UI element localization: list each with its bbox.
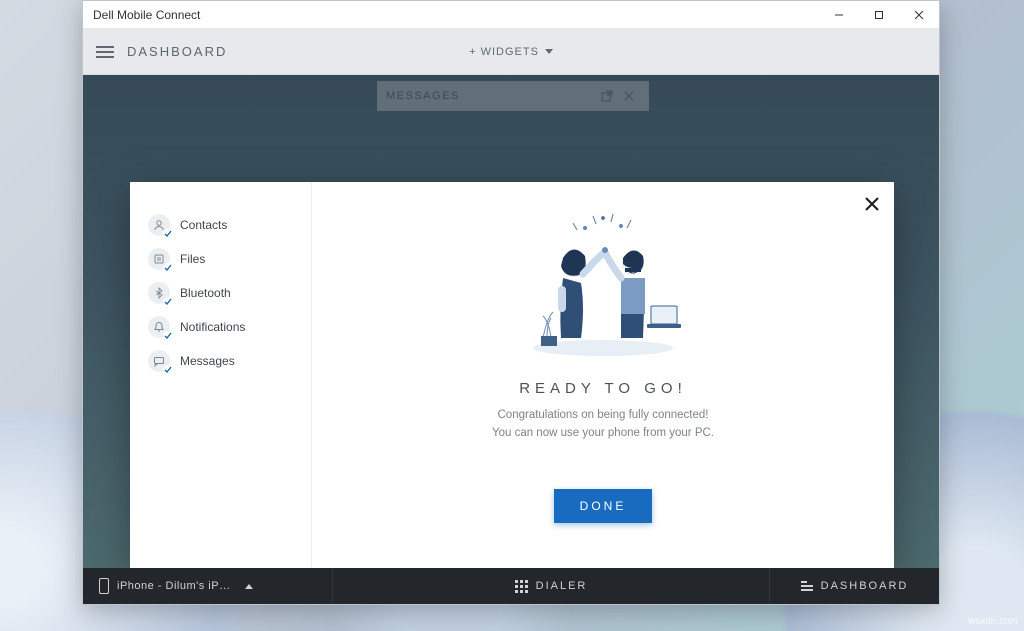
dialer-button[interactable]: DIALER [333,568,769,604]
menu-icon[interactable] [83,51,127,53]
sidebar-item-label: Contacts [180,218,227,232]
widgets-label: + WIDGETS [469,46,539,58]
window-title: Dell Mobile Connect [93,8,200,22]
title-bar: Dell Mobile Connect [83,1,939,29]
bluetooth-icon [148,282,170,304]
dialpad-icon [515,580,528,593]
add-widgets-button[interactable]: + WIDGETS [469,46,553,58]
sidebar-item-label: Messages [180,354,235,368]
sidebar-item-files[interactable]: Files [148,242,305,276]
sidebar-item-bluetooth[interactable]: Bluetooth [148,276,305,310]
sidebar-item-label: Files [180,252,205,266]
sidebar-item-notifications[interactable]: Notifications [148,310,305,344]
bottom-bar: iPhone - Dilum's iP… DIALER DASHBOARD [83,568,939,604]
close-window-button[interactable] [899,1,939,29]
setup-checklist: Contacts Files Bluetooth [130,182,312,568]
content-area: MESSAGES Contacts [83,75,939,568]
bell-icon [148,316,170,338]
dialog-title: READY TO GO! [519,380,687,397]
sidebar-item-contacts[interactable]: Contacts [148,208,305,242]
watermark: wsxdn.com [968,616,1018,627]
phone-icon [99,578,109,594]
page-title: DASHBOARD [127,44,227,59]
dialog-main: READY TO GO! Congratulations on being fu… [312,182,894,568]
app-window: Dell Mobile Connect DASHBOARD + WIDGETS … [82,0,940,605]
sidebar-item-label: Notifications [180,320,245,334]
sidebar-item-label: Bluetooth [180,286,231,300]
device-label: iPhone - Dilum's iP… [117,580,231,592]
window-controls [819,1,939,29]
minimize-button[interactable] [819,1,859,29]
setup-complete-dialog: Contacts Files Bluetooth [130,182,894,568]
sidebar-item-messages[interactable]: Messages [148,344,305,378]
dashboard-icon [801,581,813,591]
chevron-up-icon [245,584,253,589]
dashboard-label: DASHBOARD [821,580,909,592]
done-button[interactable]: DONE [554,489,653,523]
app-toolbar: DASHBOARD + WIDGETS [83,29,939,75]
chevron-down-icon [545,49,553,54]
files-icon [148,248,170,270]
celebration-illustration [503,208,703,358]
contacts-icon [148,214,170,236]
dashboard-button[interactable]: DASHBOARD [769,568,939,604]
close-dialog-button[interactable] [860,192,884,216]
maximize-button[interactable] [859,1,899,29]
message-icon [148,350,170,372]
device-selector[interactable]: iPhone - Dilum's iP… [83,568,333,604]
dialog-subtitle: Congratulations on being fully connected… [492,407,714,443]
dialer-label: DIALER [536,580,588,592]
